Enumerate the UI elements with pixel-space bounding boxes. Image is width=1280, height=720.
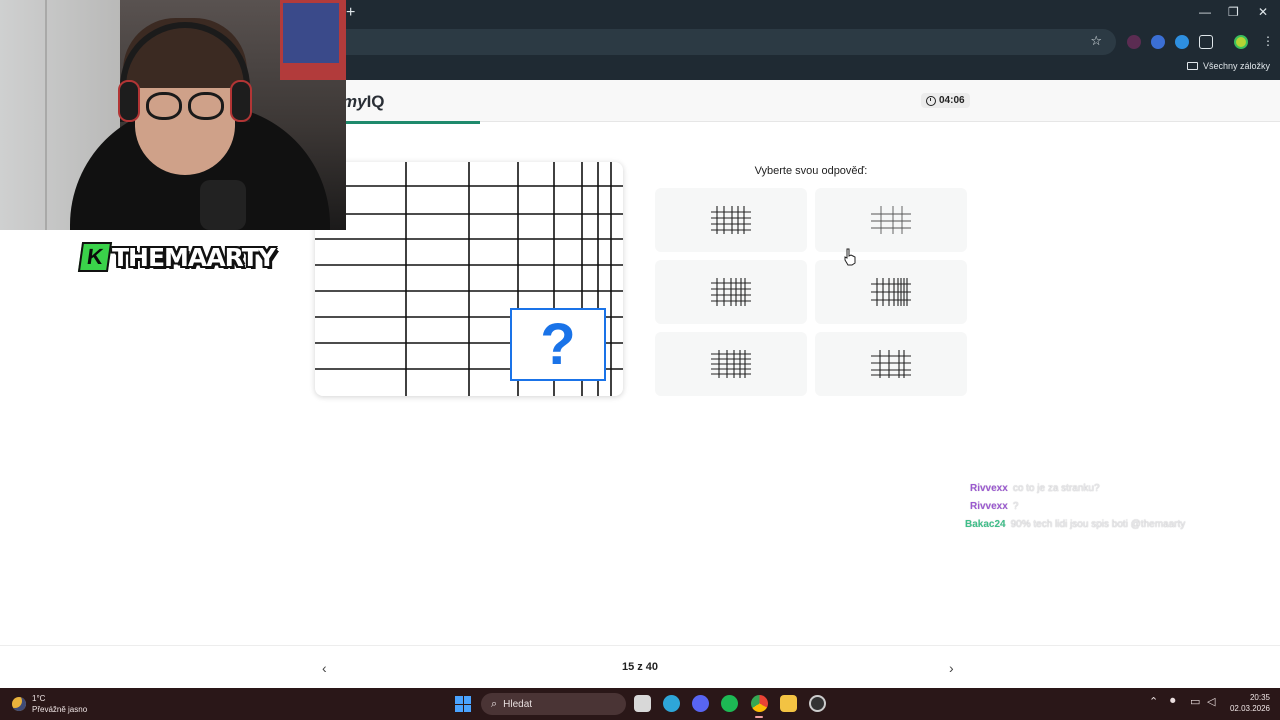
answer-prompt: Vyberte svou odpověď: [754,165,868,177]
taskbar: 1°C Převážně jasno ⌕ Hledat ⌃ ⏺ ▭ ◁ 20:3… [0,688,1280,720]
question-counter: 15 z 40 [621,661,659,673]
task-view-icon[interactable] [634,695,651,712]
timer: 04:06 [921,93,970,108]
file-explorer-icon[interactable] [780,695,797,712]
brand-name: THEMAARTY [112,242,276,272]
chat-username: Rivvexx [970,482,1008,494]
grid-option-icon [711,350,751,378]
system-clock[interactable]: 20:35 02.03.2026 [1224,692,1270,714]
temperature: 1°C [32,694,46,703]
weather-widget[interactable]: 1°C Převážně jasno [12,693,87,715]
chat-message: Rivvexx co to je za stranku? [970,479,1270,497]
new-tab-button[interactable]: + [346,4,355,22]
taskbar-search[interactable]: ⌕ Hledat [481,693,626,715]
stopwatch-icon [926,95,936,106]
all-bookmarks-label: Všechny záložky [1202,61,1270,71]
grid-option-icon [871,278,911,306]
logo-bold: IQ [366,92,385,111]
chat-text: 90% tech lidi jsou spis boti @themaarty [1010,518,1186,530]
question-mark: ? [540,311,576,377]
hand-cursor-icon [844,248,856,266]
close-window-button[interactable]: ✕ [1258,5,1268,19]
chevron-up-icon[interactable]: ⌃ [1149,695,1158,708]
answer-option-4[interactable] [815,260,967,324]
volume-icon[interactable]: ◁ [1207,695,1215,708]
start-button[interactable] [455,696,471,712]
chat-username: Rivvexx [970,500,1008,512]
brand-logo-icon: K [77,242,113,272]
search-placeholder: Hledat [503,698,533,710]
site-logo[interactable]: myIQ [342,92,385,112]
edge-icon[interactable] [663,695,680,712]
extension-icon[interactable] [1151,35,1165,49]
answer-option-3[interactable] [655,260,807,324]
webcam-overlay [0,0,346,230]
pagination: ‹ 15 z 40 › [0,645,1280,688]
star-icon[interactable]: ☆ [1090,33,1102,49]
puzzle-extensions-icon[interactable] [1199,35,1213,49]
chat-message: Bakac24 90% tech lidi jsou spis boti @the… [965,515,1270,533]
search-icon: ⌕ [491,697,498,710]
previous-question-button[interactable]: ‹ [322,660,327,676]
grid-option-icon [871,350,911,378]
clock-date: 02.03.2026 [1229,704,1270,713]
chrome-icon[interactable] [751,695,768,712]
answer-option-2[interactable] [815,188,967,252]
extension-icon[interactable] [1127,35,1141,49]
minimize-button[interactable]: — [1199,5,1211,19]
answer-option-1[interactable] [655,188,807,252]
chat-overlay: Rivvexx co to je za stranku? Rivvexx? Bakac… [965,479,1270,533]
address-bar[interactable]: ☆ [346,29,1116,55]
missing-piece-box: ? [510,308,606,381]
spotify-icon[interactable] [721,695,738,712]
grid-option-icon [711,206,751,234]
grid-option-icon [871,206,911,234]
weather-text: Převážně jasno [32,705,88,714]
next-question-button[interactable]: › [949,660,954,676]
streamer-brand: K THEMAARTY [77,242,276,272]
microphone-icon [200,180,246,230]
weather-icon [12,697,26,711]
chat-message: Rivvexx? [970,497,1270,515]
microphone-tray-icon[interactable]: ⏺ [1170,695,1176,708]
grid-option-icon [711,278,751,306]
restore-button[interactable]: ❐ [1228,5,1239,19]
folder-icon [1186,62,1198,70]
screen: + — ❐ ✕ ☆ ⋮ Všechny záložky myIQ 04:06 ?… [0,0,1280,720]
kebab-menu-icon[interactable]: ⋮ [1262,34,1274,48]
clock-time: 20:35 [1249,693,1270,702]
answer-option-5[interactable] [655,332,807,396]
network-icon[interactable]: ▭ [1190,695,1200,708]
chat-text: ? [1012,500,1019,512]
extension-icon[interactable] [1175,35,1189,49]
timer-value: 04:06 [939,95,965,106]
answer-option-6[interactable] [815,332,967,396]
discord-icon[interactable] [692,695,709,712]
profile-avatar[interactable] [1234,35,1248,49]
glasses-icon [146,92,226,120]
all-bookmarks-button[interactable]: Všechny záložky [1186,61,1270,71]
poster [283,3,339,63]
obs-icon[interactable] [809,695,826,712]
chat-username: Bakac24 [965,518,1006,530]
chat-text: co to je za stranku? [1012,482,1100,494]
